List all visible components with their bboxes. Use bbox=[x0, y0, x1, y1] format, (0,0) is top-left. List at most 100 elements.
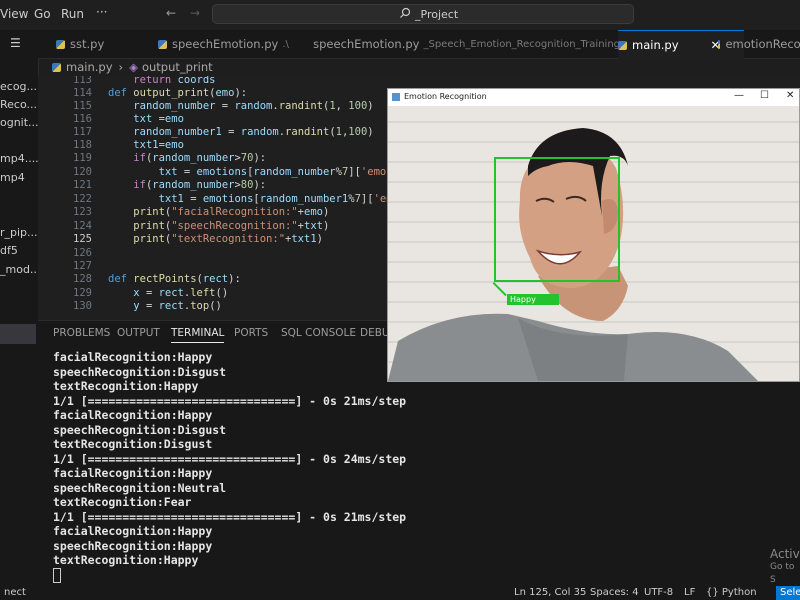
code-line: x = rect.left() bbox=[133, 287, 229, 299]
cursor-position[interactable]: Ln 125, Col 35 bbox=[514, 586, 586, 600]
terminal-line: facialRecognition:Happy bbox=[53, 524, 213, 538]
code-line: txt = emotions[random_number%7]['emotion… bbox=[158, 166, 425, 178]
code-line: txt =emo bbox=[133, 113, 184, 125]
menu-view[interactable]: View bbox=[0, 7, 28, 21]
tab-output[interactable]: OUTPUT bbox=[117, 327, 160, 339]
sidebar-item[interactable]: _mod... bbox=[0, 263, 40, 276]
title-bar: View Go Run ··· ← → _Project bbox=[0, 0, 800, 30]
sidebar-item[interactable]: ognit... bbox=[0, 116, 39, 129]
line-number: 127 bbox=[73, 260, 92, 272]
status-bar: nect Ln 125, Col 35 Spaces: 4 UTF-8 LF {… bbox=[0, 586, 800, 600]
sidebar-item[interactable]: Reco... bbox=[0, 98, 37, 111]
line-ending[interactable]: LF bbox=[684, 586, 695, 600]
tab-speechemotion-local[interactable]: speechEmotion.py .\ bbox=[158, 30, 298, 58]
remote-indicator[interactable]: nect bbox=[0, 586, 32, 600]
sidebar-item[interactable]: mp4.... bbox=[0, 152, 39, 165]
line-number: 128 bbox=[73, 273, 92, 285]
breadcrumb: main.py › ◈ output_print bbox=[38, 58, 800, 76]
code-line: if(random_number>70): bbox=[133, 152, 267, 164]
tab-speechemotion-training[interactable]: speechEmotion.py _Speech_Emotion_Recogni… bbox=[308, 30, 620, 58]
emotion-recognition-window[interactable]: Emotion Recognition — ☐ ✕ Happy bbox=[387, 88, 800, 382]
line-number: 116 bbox=[73, 113, 92, 125]
chevron-right-icon: › bbox=[118, 60, 124, 74]
tab-problems[interactable]: PROBLEMS bbox=[53, 327, 110, 339]
encoding[interactable]: UTF-8 bbox=[644, 586, 673, 600]
code-line: if(random_number>80): bbox=[133, 179, 267, 191]
line-number: 119 bbox=[73, 152, 92, 164]
emotion-label: Happy bbox=[507, 294, 559, 305]
line-number: 117 bbox=[73, 126, 92, 138]
terminal-line: textRecognition:Fear bbox=[53, 495, 192, 509]
maximize-button[interactable]: ☐ bbox=[760, 90, 769, 101]
line-number: 114 bbox=[73, 87, 92, 99]
line-number: 124 bbox=[73, 220, 92, 232]
line-number: 125 bbox=[73, 233, 92, 245]
menu-go[interactable]: Go bbox=[34, 7, 51, 21]
line-number: 130 bbox=[73, 300, 92, 312]
forward-arrow-icon[interactable]: → bbox=[190, 6, 200, 20]
code-line: print("speechRecognition:"+txt) bbox=[133, 220, 330, 232]
explorer-sidebar: ☰ ecog... Reco... ognit... mp4.... mp4 r… bbox=[0, 30, 40, 586]
python-file-icon bbox=[158, 39, 167, 49]
terminal-line: 1/1 [==============================] - 0… bbox=[53, 393, 407, 408]
line-number: 129 bbox=[73, 287, 92, 299]
terminal-output[interactable]: facialRecognition:Happy speechRecognition… bbox=[53, 350, 753, 568]
activate-windows-watermark: Activ Go to S bbox=[770, 547, 800, 586]
line-number: 118 bbox=[73, 139, 92, 151]
language-mode[interactable]: {} Python bbox=[706, 586, 757, 600]
window-title: Emotion Recognition bbox=[404, 92, 487, 101]
python-file-icon bbox=[52, 62, 61, 72]
tab-terminal[interactable]: TERMINAL bbox=[171, 327, 225, 343]
terminal-line: facialRecognition:Happy bbox=[53, 466, 213, 480]
tab-sql-console[interactable]: SQL CONSOLE bbox=[281, 327, 356, 339]
sidebar-item[interactable]: r_pip... bbox=[0, 226, 38, 239]
search-icon bbox=[399, 7, 411, 22]
command-center-search[interactable]: _Project bbox=[212, 4, 634, 24]
menu-run[interactable]: Run bbox=[61, 7, 84, 21]
python-file-icon bbox=[718, 39, 721, 49]
code-line: def output_print(emo): bbox=[108, 87, 248, 99]
window-app-icon bbox=[392, 93, 400, 101]
function-icon: ◈ bbox=[129, 60, 138, 74]
collapse-icon[interactable]: ☰ bbox=[10, 36, 21, 50]
line-number: 115 bbox=[73, 100, 92, 112]
close-window-button[interactable]: ✕ bbox=[786, 90, 794, 101]
code-line: random_number1 = random.randint(1,100) bbox=[133, 126, 374, 138]
minimize-button[interactable]: — bbox=[734, 90, 744, 101]
tab-ports[interactable]: PORTS bbox=[234, 327, 268, 339]
terminal-line: speechRecognition:Disgust bbox=[53, 422, 227, 437]
tab-sst[interactable]: sst.py bbox=[56, 30, 146, 58]
terminal-line: speechRecognition:Happy bbox=[53, 538, 213, 553]
sidebar-item[interactable]: df5 bbox=[0, 244, 18, 257]
terminal-line: textRecognition:Happy bbox=[53, 553, 199, 567]
search-label: _Project bbox=[415, 8, 459, 21]
indentation[interactable]: Spaces: 4 bbox=[590, 586, 639, 600]
line-number: 121 bbox=[73, 179, 92, 191]
line-number: 122 bbox=[73, 193, 92, 205]
breadcrumb-symbol[interactable]: output_print bbox=[142, 60, 213, 74]
breadcrumb-file[interactable]: main.py bbox=[66, 60, 113, 74]
terminal-line: 1/1 [==============================] - 0… bbox=[53, 451, 407, 466]
code-line: random_number = random.randint(1, 100) bbox=[133, 100, 374, 112]
sidebar-item[interactable]: mp4 bbox=[0, 171, 25, 184]
terminal-line: speechRecognition:Neutral bbox=[53, 480, 227, 495]
sidebar-item[interactable]: ecog... bbox=[0, 80, 37, 93]
tab-emotionrecog[interactable]: emotionRecog bbox=[718, 30, 800, 58]
sidebar-selected-row[interactable] bbox=[0, 324, 36, 344]
code-line: print("textRecognition:"+txt1) bbox=[133, 233, 323, 245]
code-line: def rectPoints(rect): bbox=[108, 273, 241, 285]
terminal-line: textRecognition:Disgust bbox=[53, 437, 213, 451]
terminal-line: 1/1 [==============================] - 0… bbox=[53, 509, 407, 524]
terminal-line: facialRecognition:Happy bbox=[53, 408, 213, 422]
line-number: 123 bbox=[73, 206, 92, 218]
select-interpreter-button[interactable]: Selec bbox=[776, 586, 800, 600]
python-file-icon bbox=[56, 39, 65, 49]
line-number: 126 bbox=[73, 247, 92, 259]
back-arrow-icon[interactable]: ← bbox=[166, 6, 176, 20]
code-line: txt1=emo bbox=[133, 139, 184, 151]
line-number: 113 bbox=[73, 76, 92, 86]
code-line: y = rect.top() bbox=[133, 300, 222, 312]
editor-tab-bar: sst.py speechEmotion.py .\ speechEmotion… bbox=[38, 30, 800, 59]
more-menu-icon[interactable]: ··· bbox=[96, 5, 107, 19]
camera-feed: Happy bbox=[388, 106, 799, 381]
